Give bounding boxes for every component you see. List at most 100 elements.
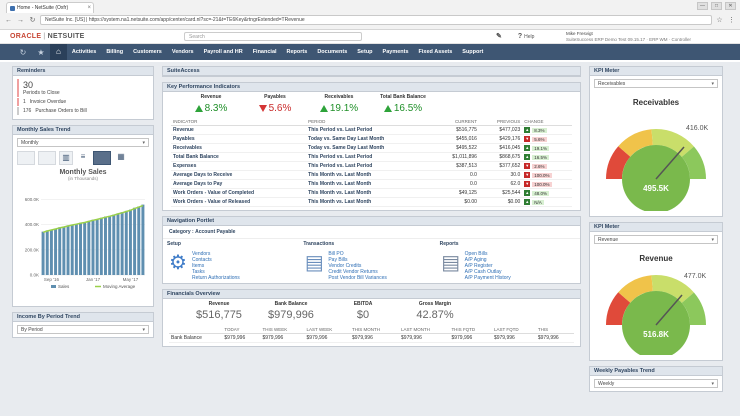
kpi-headline: Revenue 8.3% Payables 5.6% Receivables 19.1% T… xyxy=(163,92,580,116)
menu-activities[interactable]: Activities xyxy=(67,44,101,60)
sales-bar[interactable] xyxy=(141,204,145,275)
star-icon[interactable]: ☆ xyxy=(715,16,724,25)
menu-payments[interactable]: Payments xyxy=(378,44,414,60)
period-select[interactable]: Monthly xyxy=(17,138,149,147)
reminder-item[interactable]: 176 Purchase Orders to Bill xyxy=(17,107,149,115)
financials-cell: $979,996 xyxy=(260,333,305,343)
weekly-payables-select[interactable]: Weekly xyxy=(594,379,718,388)
sales-bar[interactable] xyxy=(49,229,53,275)
reminder-item[interactable]: 30 Periods to Close xyxy=(17,79,149,97)
kpi-row[interactable]: Average Days to Pay This Month vs. Last M… xyxy=(171,179,572,189)
stacked-chart-icon[interactable]: ▦ xyxy=(114,151,128,165)
income-period-select[interactable]: By Period xyxy=(17,325,149,334)
sales-bar[interactable] xyxy=(54,228,58,275)
dashboard: Reminders 30 Periods to Close 1 Invoice Ov… xyxy=(0,62,740,416)
down-arrow-icon: ▼ xyxy=(524,136,531,142)
menu-reports[interactable]: Reports xyxy=(282,44,313,60)
menu-financial[interactable]: Financial xyxy=(248,44,282,60)
create-new-icon[interactable]: ✎ xyxy=(496,32,504,40)
line-chart-icon[interactable] xyxy=(17,151,35,165)
sales-bar[interactable] xyxy=(137,206,141,275)
financials-cell: $979,996 xyxy=(535,333,574,343)
up-arrow-icon: ▲ xyxy=(524,145,531,151)
sales-bar[interactable] xyxy=(74,224,78,275)
menu-setup[interactable]: Setup xyxy=(352,44,377,60)
down-arrow-icon xyxy=(258,105,267,112)
menu-documents[interactable]: Documents xyxy=(312,44,352,60)
financials-col xyxy=(169,326,223,334)
menu-payroll-hr[interactable]: Payroll and HR xyxy=(199,44,248,60)
sales-bar[interactable] xyxy=(79,222,82,275)
menu-fixed-assets[interactable]: Fixed Assets xyxy=(414,44,458,60)
bar-chart-icon[interactable]: ▥ xyxy=(59,151,73,165)
sales-bar[interactable] xyxy=(133,207,137,275)
reload-icon[interactable]: ↻ xyxy=(28,16,37,25)
sales-bar[interactable] xyxy=(99,217,103,275)
shortcuts-star-icon[interactable]: ★ xyxy=(32,48,50,57)
sales-bar[interactable] xyxy=(62,226,66,275)
menu-billing[interactable]: Billing xyxy=(101,44,128,60)
tab-close-icon[interactable]: × xyxy=(87,3,91,13)
user-menu[interactable]: Mike Fresvigt SuiteSuccess ERP Demo Test… xyxy=(566,31,691,42)
sales-bar[interactable] xyxy=(87,220,91,275)
kpi-row[interactable]: Average Days to Receive This Month vs. La… xyxy=(171,170,572,180)
financials-col: LAST WEEK xyxy=(304,326,350,334)
kpi-row[interactable]: Receivables Today vs. Same Day Last Month… xyxy=(171,143,572,153)
sales-bar[interactable] xyxy=(95,219,99,275)
nav-link[interactable]: A/P Payment History xyxy=(465,275,511,281)
sales-bar[interactable] xyxy=(83,222,87,275)
financials-col: TODAY xyxy=(222,326,261,334)
financials-col: LAST MONTH xyxy=(399,326,450,334)
sales-bar[interactable] xyxy=(45,230,49,275)
kpi-row[interactable]: Work Orders - Value of Released This Mont… xyxy=(171,197,572,207)
kpi-headline-item: Receivables 19.1% xyxy=(307,94,371,114)
financials-portlet: Financials Overview Revenue $516,775 Bank … xyxy=(162,289,581,347)
menu-vendors[interactable]: Vendors xyxy=(167,44,199,60)
reminder-item[interactable]: 1 Invoice Overdue xyxy=(17,98,149,106)
sales-bar[interactable] xyxy=(112,214,116,275)
down-arrow-icon: ▼ xyxy=(524,163,531,169)
recent-records-icon[interactable]: ↻ xyxy=(14,48,32,57)
nav-link[interactable]: Return Authorizations xyxy=(192,275,240,281)
sales-bar[interactable] xyxy=(41,231,45,275)
global-search-input[interactable]: Search xyxy=(184,32,362,41)
home-icon[interactable]: ⌂ xyxy=(50,44,67,60)
sales-bar[interactable] xyxy=(124,210,128,275)
kpi-row[interactable]: Work Orders - Value of Completed This Mon… xyxy=(171,188,572,198)
kpi-meter-select[interactable]: Revenue xyxy=(594,235,718,244)
kpi-row[interactable]: Total Bank Balance This Period vs. Last P… xyxy=(171,152,572,162)
back-arrow-icon[interactable]: ← xyxy=(4,16,13,25)
browser-tab[interactable]: Home - NetSuite (Oxfr) × xyxy=(6,2,94,13)
kpi-meter-select[interactable]: Receivables xyxy=(594,79,718,88)
up-arrow-icon: ▲ xyxy=(524,190,531,196)
kpi-row[interactable]: Revenue This Period vs. Last Period $516,7… xyxy=(171,125,572,135)
menu-support[interactable]: Support xyxy=(457,44,488,60)
income-period-portlet: Income By Period Trend By Period xyxy=(12,312,154,338)
area-chart-icon[interactable] xyxy=(38,151,56,165)
sales-bar[interactable] xyxy=(66,225,70,275)
url-field[interactable]: NetSuite Inc. [US] | https://system.na1.… xyxy=(40,15,712,25)
kpi-title: Key Performance Indicators xyxy=(167,84,241,90)
browser-menu-icon[interactable]: ⋮ xyxy=(727,16,736,25)
sales-bar[interactable] xyxy=(108,215,112,275)
sales-bar[interactable] xyxy=(128,209,132,275)
nav-link[interactable]: Post Vendor Bill Variances xyxy=(328,275,387,281)
sales-bar[interactable] xyxy=(91,219,95,275)
close-window-button[interactable]: ✕ xyxy=(725,2,736,10)
sales-bar[interactable] xyxy=(58,227,62,275)
minimize-button[interactable]: — xyxy=(697,2,708,10)
list-view-icon[interactable]: ≡ xyxy=(76,151,90,165)
logo[interactable]: ORACLE | NETSUITE xyxy=(10,33,85,40)
combo-chart-icon[interactable] xyxy=(93,151,111,165)
sales-bar[interactable] xyxy=(116,213,120,275)
category-value[interactable]: Account Payable xyxy=(195,229,235,235)
forward-arrow-icon[interactable]: → xyxy=(16,16,25,25)
kpi-row[interactable]: Expenses This Period vs. Last Period $387,… xyxy=(171,161,572,171)
sales-bar[interactable] xyxy=(120,212,124,275)
maximize-button[interactable]: □ xyxy=(711,2,722,10)
sales-bar[interactable] xyxy=(104,216,107,275)
menu-customers[interactable]: Customers xyxy=(128,44,167,60)
kpi-row[interactable]: Payables Today vs. Same Day Last Month $45… xyxy=(171,134,572,144)
help-link[interactable]: ? Help xyxy=(518,33,535,40)
sales-bar[interactable] xyxy=(70,224,74,275)
